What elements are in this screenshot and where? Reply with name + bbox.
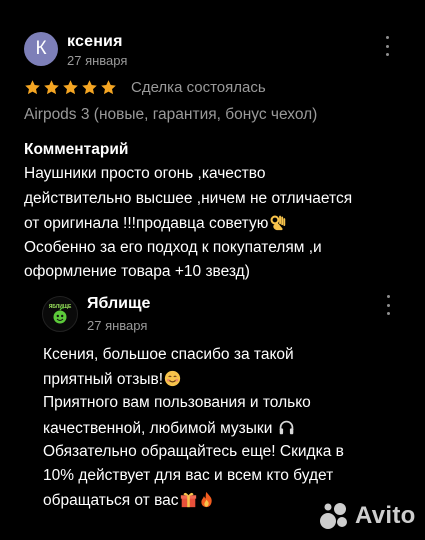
reply-line: качественной, любимой музыки <box>43 419 295 438</box>
star-icon <box>25 80 40 95</box>
star-icon <box>101 80 116 95</box>
star-icon <box>63 80 78 95</box>
reply-line: обращаться от вас <box>43 491 215 510</box>
review-more-icon[interactable] <box>382 36 392 56</box>
comment-line: Особенно за его подход к покупателям ,и <box>24 239 322 256</box>
comment-line: от оригинала !!!продавца советую <box>24 214 286 233</box>
seller-logo-icon: ЯБЛИЩЕ <box>49 304 72 324</box>
star-icon <box>82 80 97 95</box>
reply-line-text: качественной, любимой музыки <box>43 420 273 437</box>
comment-heading: Комментарий <box>24 141 129 158</box>
product-name[interactable]: Airpods 3 (новые, гарантия, бонус чехол) <box>24 106 317 124</box>
comment-line: действительно высшее ,ничем не отличаетс… <box>24 190 353 207</box>
deal-status: Сделка состоялась <box>131 79 266 96</box>
ok-hand-emoji-icon <box>270 215 286 231</box>
avito-wordmark: Avito <box>355 502 416 529</box>
reply-line: 10% действует для вас и всем кто будет <box>43 467 334 484</box>
reply-line: Приятного вам пользования и только <box>43 394 311 411</box>
reply-line-text: приятный отзыв! <box>43 371 163 388</box>
reply-line: Обязательно обращайтесь еще! Скидка в <box>43 443 344 460</box>
reviewer-name[interactable]: ксения <box>67 33 123 51</box>
review-date: 27 января <box>67 53 128 68</box>
reply-line-text: обращаться от вас <box>43 492 179 509</box>
avito-logo-icon <box>320 503 347 529</box>
headphones-emoji-icon <box>279 420 293 435</box>
reviewer-avatar[interactable]: К <box>24 32 58 66</box>
rating-stars <box>24 79 117 96</box>
gift-emoji-icon <box>180 492 196 508</box>
smiling-face-emoji-icon <box>164 370 181 387</box>
avito-watermark: Avito <box>318 500 416 532</box>
seller-avatar[interactable]: ЯБЛИЩЕ <box>42 296 78 332</box>
comment-line: оформление товара +10 звезд) <box>24 263 250 280</box>
reply-line: приятный отзыв! <box>43 370 181 389</box>
reply-date: 27 января <box>87 318 148 333</box>
comment-line-text: от оригинала !!!продавца советую <box>24 215 269 232</box>
comment-line: Наушники просто огонь ,качество <box>24 165 266 182</box>
seller-name[interactable]: Яблище <box>87 295 150 313</box>
fire-emoji-icon <box>200 491 212 508</box>
star-icon <box>44 80 59 95</box>
reply-more-icon[interactable] <box>383 295 393 315</box>
reviewer-avatar-letter: К <box>35 38 47 59</box>
reply-line: Ксения, большое спасибо за такой <box>43 346 294 363</box>
review-card: К ксения 27 января Сделка состоялась Air… <box>0 0 425 540</box>
